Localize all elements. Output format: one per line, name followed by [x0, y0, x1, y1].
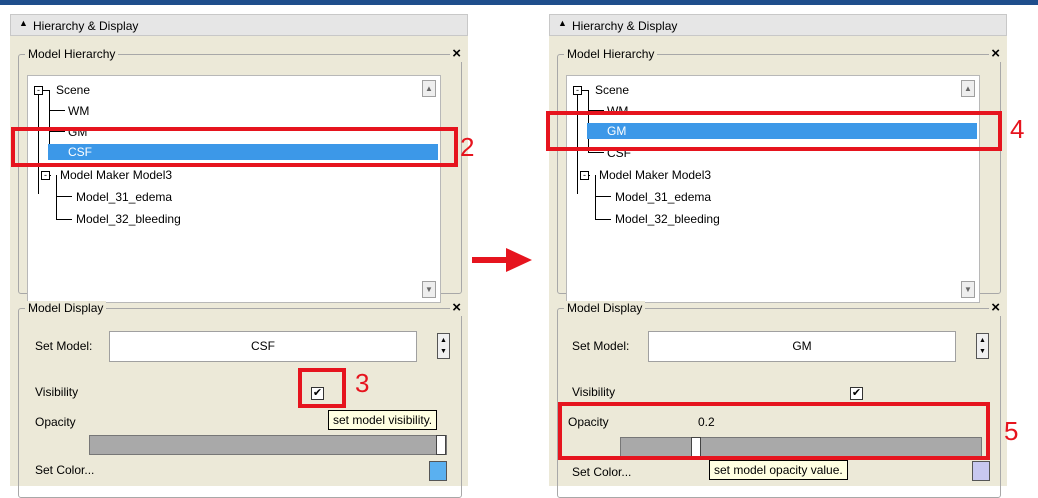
visibility-label: Visibility: [572, 385, 616, 399]
visibility-tooltip: set model visibility.: [328, 410, 438, 430]
annotation-number-4: 4: [1010, 114, 1025, 144]
annotation-number-2: 2: [460, 132, 475, 162]
tree-line: [56, 196, 72, 197]
tree-line: [56, 219, 72, 220]
visibility-label: Visibility: [35, 385, 79, 399]
close-icon[interactable]: ×: [989, 299, 1002, 316]
tree-line: [595, 196, 611, 197]
set-model-label: Set Model:: [572, 339, 630, 353]
set-model-label: Set Model:: [35, 339, 93, 353]
set-model-field[interactable]: GM: [648, 331, 956, 362]
visibility-checkbox[interactable]: ✔: [850, 387, 863, 400]
scroll-down-button[interactable]: ▼: [961, 281, 975, 298]
annotation-box-4: [546, 111, 1002, 151]
hierarchy-display-header[interactable]: ▲ Hierarchy & Display: [10, 14, 468, 36]
opacity-tooltip: set model opacity value.: [709, 460, 848, 480]
close-icon[interactable]: ×: [450, 45, 463, 62]
tree-line: [595, 219, 611, 220]
annotation-number-3: 3: [355, 368, 370, 398]
collapse-toggle-icon[interactable]: -: [573, 86, 582, 95]
annotation-box-5: [558, 402, 990, 460]
opacity-slider-thumb[interactable]: [436, 435, 446, 455]
set-model-spinner[interactable]: ▲ ▼: [437, 333, 450, 359]
tree-line: [56, 175, 57, 219]
model-hierarchy-group: Model Hierarchy × ▲ ▼ - - Scene WM GM CS…: [18, 45, 463, 303]
opacity-slider[interactable]: [89, 435, 447, 455]
collapse-toggle-icon[interactable]: -: [41, 171, 50, 180]
color-swatch[interactable]: [972, 461, 990, 481]
annotation-box-2: [11, 127, 458, 167]
hierarchy-tree[interactable]: ▲ ▼ - - Scene WM GM CSF Model Maker Mode…: [27, 75, 441, 303]
tree-node-model-maker[interactable]: Model Maker Model3: [60, 168, 172, 182]
spin-up-icon[interactable]: ▲: [440, 337, 447, 344]
header-title: Hierarchy & Display: [572, 19, 678, 33]
model-hierarchy-group: Model Hierarchy × ▲ ▼ - - Scene WM GM CS…: [557, 45, 1002, 303]
tree-node-edema[interactable]: Model_31_edema: [76, 190, 172, 204]
top-accent-bar: [0, 0, 1038, 5]
scroll-up-button[interactable]: ▲: [961, 80, 975, 97]
spin-down-icon[interactable]: ▼: [979, 348, 986, 355]
set-color-label: Set Color...: [572, 465, 632, 479]
model-hierarchy-title: Model Hierarchy: [564, 47, 658, 61]
tree-node-edema[interactable]: Model_31_edema: [615, 190, 711, 204]
collapse-icon[interactable]: ▲: [558, 18, 567, 28]
tree-node-wm[interactable]: WM: [68, 104, 89, 118]
model-display-group: Model Display × Set Model: CSF ▲ ▼ Visib…: [18, 299, 463, 498]
model-display-title: Model Display: [25, 301, 107, 315]
opacity-label: Opacity: [35, 415, 76, 429]
set-color-label: Set Color...: [35, 463, 95, 477]
tree-line: [49, 110, 65, 111]
annotation-box-3: [298, 368, 346, 408]
tree-node-scene[interactable]: Scene: [56, 83, 90, 97]
collapse-icon[interactable]: ▲: [19, 18, 28, 28]
tree-node-scene[interactable]: Scene: [595, 83, 629, 97]
right-arrow-icon: [472, 248, 532, 272]
collapse-toggle-icon[interactable]: -: [34, 86, 43, 95]
scroll-up-button[interactable]: ▲: [422, 80, 436, 97]
close-icon[interactable]: ×: [450, 299, 463, 316]
color-swatch[interactable]: [429, 461, 447, 481]
tree-node-model-maker[interactable]: Model Maker Model3: [599, 168, 711, 182]
collapse-toggle-icon[interactable]: -: [580, 171, 589, 180]
header-title: Hierarchy & Display: [33, 19, 139, 33]
tree-line: [588, 152, 604, 153]
spin-up-icon[interactable]: ▲: [979, 337, 986, 344]
spin-down-icon[interactable]: ▼: [440, 348, 447, 355]
close-icon[interactable]: ×: [989, 45, 1002, 62]
set-model-field[interactable]: CSF: [109, 331, 417, 362]
left-panel: ▲ Hierarchy & Display Model Hierarchy × …: [10, 14, 468, 498]
tree-node-bleeding[interactable]: Model_32_bleeding: [76, 212, 181, 226]
hierarchy-display-header[interactable]: ▲ Hierarchy & Display: [549, 14, 1007, 36]
tree-line: [595, 175, 596, 219]
tree-node-bleeding[interactable]: Model_32_bleeding: [615, 212, 720, 226]
model-hierarchy-title: Model Hierarchy: [25, 47, 119, 61]
scroll-down-button[interactable]: ▼: [422, 281, 436, 298]
hierarchy-tree[interactable]: ▲ ▼ - - Scene WM GM CSF Model Maker Mode…: [566, 75, 980, 303]
annotation-number-5: 5: [1004, 416, 1019, 446]
set-model-spinner[interactable]: ▲ ▼: [976, 333, 989, 359]
model-display-title: Model Display: [564, 301, 646, 315]
